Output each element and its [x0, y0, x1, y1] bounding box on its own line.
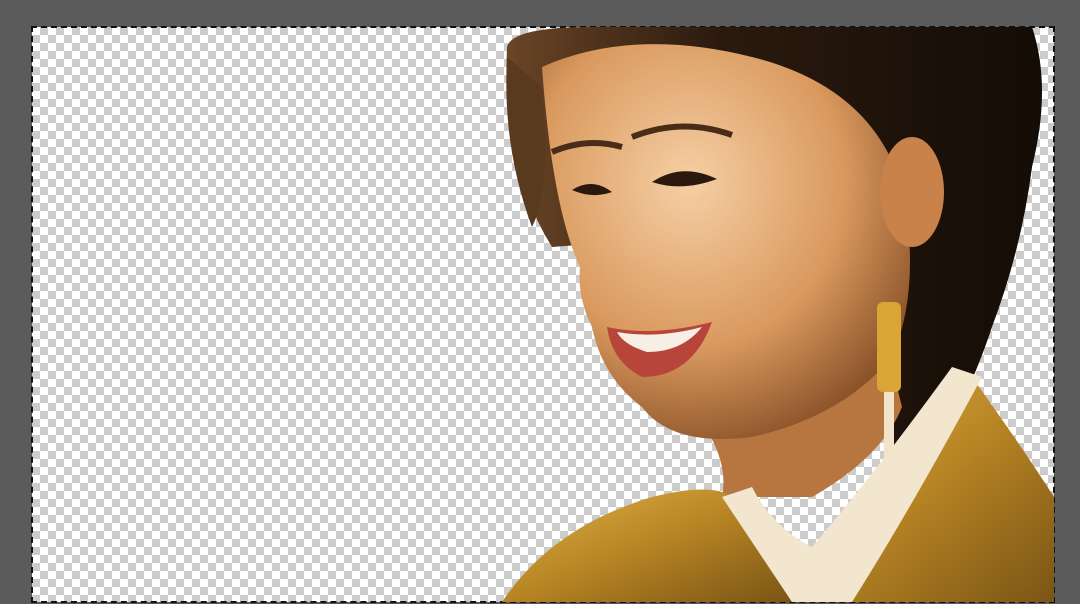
ear-shape: [880, 137, 944, 247]
image-canvas[interactable]: [31, 26, 1055, 603]
cutout-portrait-layer: [502, 27, 1054, 602]
earring-shape: [877, 302, 901, 392]
